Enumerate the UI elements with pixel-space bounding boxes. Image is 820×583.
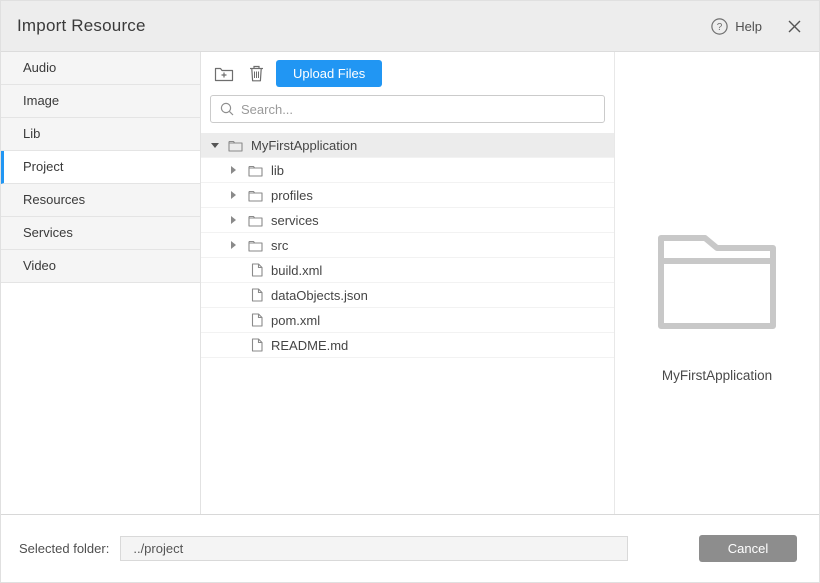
caret-down-icon[interactable] (211, 143, 221, 148)
folder-icon (248, 239, 263, 252)
tree-row-label: MyFirstApplication (251, 138, 357, 153)
search-box (210, 95, 605, 123)
tree-row-file[interactable]: build.xml (201, 258, 614, 283)
tree-row-folder[interactable]: lib (201, 158, 614, 183)
sidebar-item-resources[interactable]: Resources (1, 184, 200, 217)
tree-row-folder[interactable]: profiles (201, 183, 614, 208)
caret-right-icon[interactable] (231, 166, 241, 174)
tree-row-file[interactable]: dataObjects.json (201, 283, 614, 308)
file-browser-panel: Upload Files (201, 52, 615, 515)
search-input[interactable] (241, 102, 595, 117)
folder-icon (248, 189, 263, 202)
tree-row-label: services (271, 213, 319, 228)
help-button[interactable]: ? Help (711, 18, 762, 35)
tree-row-root-folder[interactable]: MyFirstApplication (201, 133, 614, 158)
tree-row-folder[interactable]: services (201, 208, 614, 233)
tree-row-label: src (271, 238, 288, 253)
caret-right-icon[interactable] (231, 191, 241, 199)
tree-row-label: dataObjects.json (271, 288, 368, 303)
cancel-button[interactable]: Cancel (699, 535, 797, 562)
file-icon (251, 263, 263, 277)
svg-text:?: ? (717, 22, 723, 33)
file-tree: MyFirstApplication lib (201, 133, 614, 515)
category-sidebar: Audio Image Lib Project Resources Servic… (1, 52, 201, 515)
new-folder-button[interactable] (214, 65, 234, 82)
tree-row-label: lib (271, 163, 284, 178)
tree-row-label: pom.xml (271, 313, 320, 328)
tree-row-label: profiles (271, 188, 313, 203)
sidebar-item-project[interactable]: Project (1, 151, 200, 184)
folder-icon (228, 139, 243, 152)
caret-right-icon[interactable] (231, 241, 241, 249)
sidebar-item-audio[interactable]: Audio (1, 52, 200, 85)
help-icon: ? (711, 18, 728, 35)
import-resource-dialog: Import Resource ? Help (0, 0, 820, 583)
file-icon (251, 288, 263, 302)
sidebar-item-services[interactable]: Services (1, 217, 200, 250)
sidebar-item-image[interactable]: Image (1, 85, 200, 118)
close-button[interactable] (788, 20, 801, 33)
folder-icon (248, 214, 263, 227)
selected-folder-label: Selected folder: (19, 541, 109, 556)
selected-folder-input[interactable] (120, 536, 628, 561)
large-folder-icon (657, 234, 777, 330)
dialog-title: Import Resource (17, 16, 146, 36)
close-icon (788, 20, 801, 33)
dialog-header: Import Resource ? Help (1, 1, 819, 52)
sidebar-item-video[interactable]: Video (1, 250, 200, 283)
upload-files-button[interactable]: Upload Files (276, 60, 382, 87)
tree-row-file[interactable]: pom.xml (201, 308, 614, 333)
file-icon (251, 313, 263, 327)
tree-row-folder[interactable]: src (201, 233, 614, 258)
help-label: Help (735, 19, 762, 34)
file-icon (251, 338, 263, 352)
search-area (201, 94, 614, 123)
trash-icon (249, 65, 264, 82)
dialog-footer: Selected folder: Cancel (1, 514, 819, 582)
sidebar-item-lib[interactable]: Lib (1, 118, 200, 151)
folder-icon (248, 164, 263, 177)
file-toolbar: Upload Files (201, 52, 614, 94)
dialog-body: Audio Image Lib Project Resources Servic… (1, 52, 819, 515)
delete-button[interactable] (249, 65, 264, 82)
search-icon (220, 102, 234, 116)
tree-row-label: build.xml (271, 263, 322, 278)
header-actions: ? Help (711, 18, 801, 35)
tree-row-label: README.md (271, 338, 348, 353)
folder-plus-icon (214, 65, 234, 82)
preview-pane: MyFirstApplication (615, 52, 819, 515)
tree-row-file[interactable]: README.md (201, 333, 614, 358)
preview-label: MyFirstApplication (662, 368, 772, 383)
caret-right-icon[interactable] (231, 216, 241, 224)
